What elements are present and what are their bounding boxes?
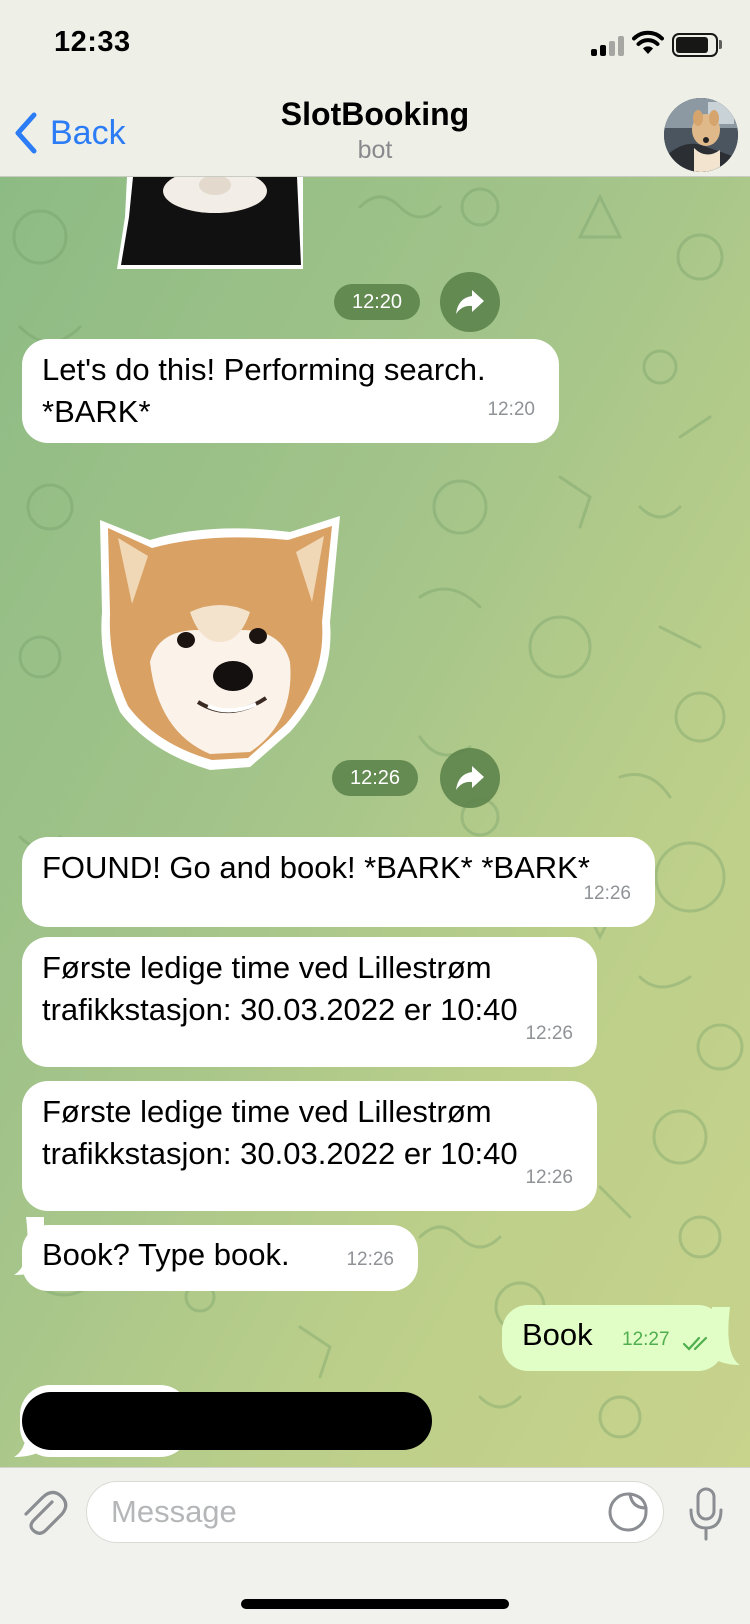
chat-header: Back SlotBooking bot bbox=[0, 88, 750, 177]
message-bubble-in[interactable]: Første ledige time ved Lillestrøm trafik… bbox=[22, 1081, 597, 1211]
telegram-chat-screen: 12:33 Back SlotBooking bot 12:20 Let's d… bbox=[0, 0, 750, 1624]
message-time: 12:26 bbox=[583, 883, 631, 904]
sticker-time: 12:20 bbox=[334, 284, 420, 320]
battery-icon bbox=[672, 33, 718, 57]
message-time: 12:26 bbox=[346, 1249, 394, 1270]
share-button[interactable] bbox=[440, 748, 500, 808]
message-input[interactable] bbox=[86, 1481, 664, 1543]
chat-subtitle: bot bbox=[357, 136, 393, 164]
sticker-icon bbox=[608, 1492, 648, 1532]
message-text: Book bbox=[522, 1317, 593, 1352]
shiba-dog-sticker[interactable] bbox=[90, 512, 360, 772]
status-time: 12:33 bbox=[54, 26, 131, 58]
attach-button[interactable] bbox=[18, 1488, 68, 1538]
message-bubble-out[interactable]: Book 12:27 bbox=[502, 1305, 724, 1371]
chat-area[interactable]: 12:20 Let's do this! Performing search. … bbox=[0, 177, 750, 1467]
message-time: 12:26 bbox=[525, 1167, 573, 1188]
bot-avatar[interactable] bbox=[664, 98, 738, 172]
message-text: Første ledige time ved Lillestrøm trafik… bbox=[42, 950, 518, 1027]
message-input-bar bbox=[0, 1467, 750, 1624]
microphone-icon bbox=[689, 1487, 723, 1541]
message-bubble-in[interactable]: Book? Type book. 12:26 bbox=[22, 1225, 418, 1291]
message-time: 12:27 bbox=[622, 1329, 670, 1350]
message-text: Let's do this! Performing search. *BARK* bbox=[42, 352, 486, 429]
share-arrow-icon bbox=[456, 766, 484, 790]
redacted-message bbox=[22, 1392, 432, 1450]
partial-dog-sticker[interactable] bbox=[115, 177, 315, 269]
message-time: 12:26 bbox=[525, 1023, 573, 1044]
message-text: Første ledige time ved Lillestrøm trafik… bbox=[42, 1094, 518, 1171]
message-time: 12:20 bbox=[487, 399, 535, 420]
cellular-signal-icon bbox=[591, 36, 625, 56]
message-bubble-in[interactable]: FOUND! Go and book! *BARK* *BARK* 12:26 bbox=[22, 837, 655, 927]
battery-tip bbox=[719, 40, 722, 49]
message-bubble-in[interactable]: Let's do this! Performing search. *BARK*… bbox=[22, 339, 559, 443]
share-button[interactable] bbox=[440, 272, 500, 332]
microphone-button[interactable] bbox=[688, 1486, 724, 1542]
share-arrow-icon bbox=[456, 290, 484, 314]
wifi-icon bbox=[632, 30, 664, 54]
sticker-button[interactable] bbox=[608, 1492, 648, 1532]
double-check-icon bbox=[682, 1336, 708, 1351]
home-indicator bbox=[241, 1599, 509, 1609]
message-text: Book? Type book. bbox=[42, 1237, 290, 1272]
status-bar: 12:33 bbox=[0, 0, 750, 88]
sticker-time: 12:26 bbox=[332, 760, 418, 796]
paperclip-icon bbox=[24, 1490, 68, 1535]
message-text: FOUND! Go and book! *BARK* *BARK* bbox=[42, 850, 590, 885]
chat-title[interactable]: SlotBooking bbox=[0, 96, 750, 133]
message-bubble-in[interactable]: Første ledige time ved Lillestrøm trafik… bbox=[22, 937, 597, 1067]
